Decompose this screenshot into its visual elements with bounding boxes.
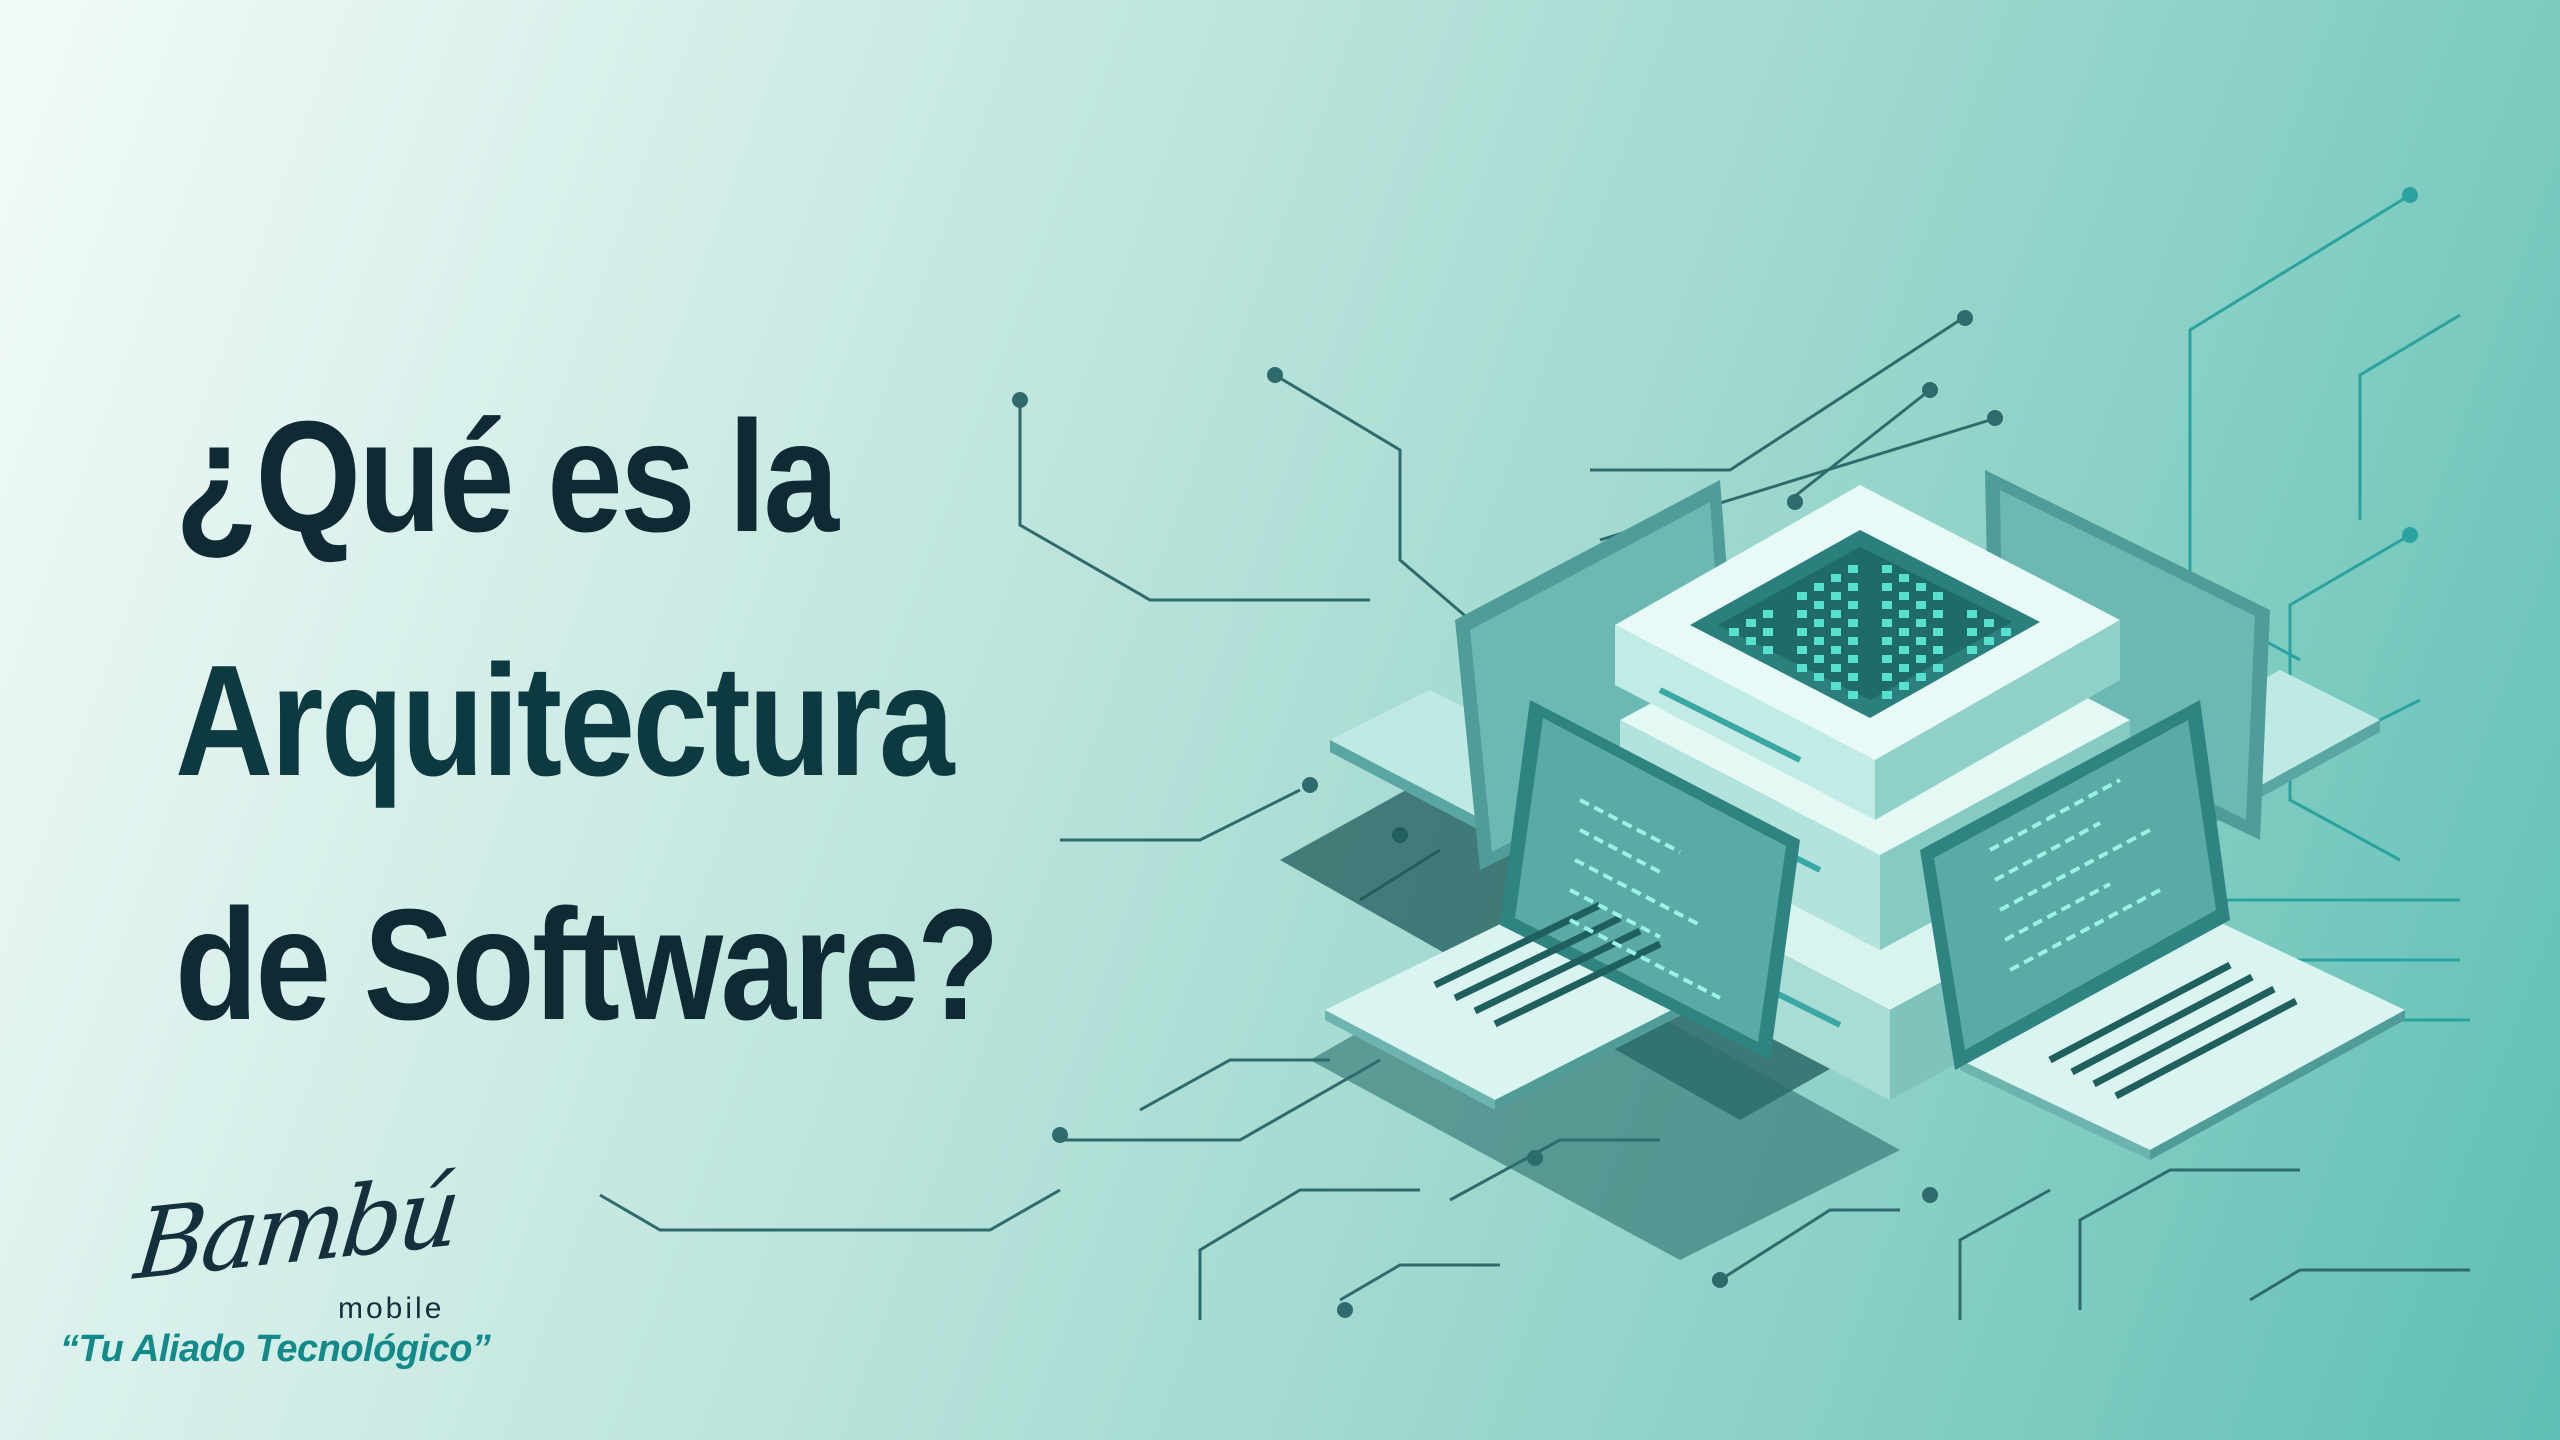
chip-led (1797, 646, 1807, 654)
chip-led (1763, 646, 1773, 654)
chip-led (1916, 619, 1926, 627)
chip-led (1882, 583, 1892, 591)
chip-led (1814, 583, 1824, 591)
chip-led (1933, 664, 1943, 672)
chip-led (1916, 637, 1926, 645)
chip-led (1882, 673, 1892, 681)
chip-led (1848, 673, 1858, 681)
chip-led (1899, 664, 1909, 672)
chip-led (1882, 655, 1892, 663)
chip-led (1848, 565, 1858, 573)
chip-led (1916, 583, 1926, 591)
chip-led (1848, 637, 1858, 645)
chip-led (1899, 592, 1909, 600)
chip-led (1899, 610, 1909, 618)
chip-led (1831, 628, 1841, 636)
chip-led (1848, 691, 1858, 699)
chip-led (1967, 628, 1977, 636)
chip-led (1882, 565, 1892, 573)
chip-led (1882, 637, 1892, 645)
chip-led (1916, 601, 1926, 609)
chip-led (1814, 655, 1824, 663)
chip-led (1984, 637, 1994, 645)
chip-led (1848, 619, 1858, 627)
chip-led (1933, 610, 1943, 618)
chip-led (1814, 673, 1824, 681)
chip-led (1848, 655, 1858, 663)
logo-sub: mobile (338, 1292, 445, 1325)
chip-led (1831, 646, 1841, 654)
chip-led (1797, 592, 1807, 600)
chip-led (1882, 601, 1892, 609)
chip-led (1899, 682, 1909, 690)
chip-led (1967, 646, 1977, 654)
chip-led (1882, 619, 1892, 627)
chip-led (1899, 628, 1909, 636)
chip-led (1746, 637, 1756, 645)
chip-led (1882, 691, 1892, 699)
chip-led (1797, 664, 1807, 672)
chip-led (1831, 664, 1841, 672)
chip-led (1831, 610, 1841, 618)
chip-led (1933, 646, 1943, 654)
chip-led (1899, 574, 1909, 582)
chip-led (1933, 592, 1943, 600)
chip-led (1916, 655, 1926, 663)
chip-led (1831, 574, 1841, 582)
chip-led (1814, 637, 1824, 645)
brand-logo: Bambú mobile “Tu Aliado Tecnológico” (60, 1154, 520, 1390)
tagline: “Tu Aliado Tecnológico” (60, 1328, 491, 1370)
chip-led (1899, 646, 1909, 654)
chip-led (1763, 628, 1773, 636)
chip-led (1831, 682, 1841, 690)
chip-led (1916, 673, 1926, 681)
chip-led (1984, 619, 1994, 627)
chip-led (1848, 601, 1858, 609)
chip-led (1797, 628, 1807, 636)
chip-led (1831, 592, 1841, 600)
chip-led (1763, 610, 1773, 618)
chip-led (1797, 610, 1807, 618)
chip-led (1814, 619, 1824, 627)
chip-led (2001, 628, 2011, 636)
chip-led (1933, 628, 1943, 636)
chip-led (1848, 583, 1858, 591)
chip-led (1814, 601, 1824, 609)
chip-led (1746, 619, 1756, 627)
chip-led (1967, 610, 1977, 618)
chip-led (1729, 628, 1739, 636)
